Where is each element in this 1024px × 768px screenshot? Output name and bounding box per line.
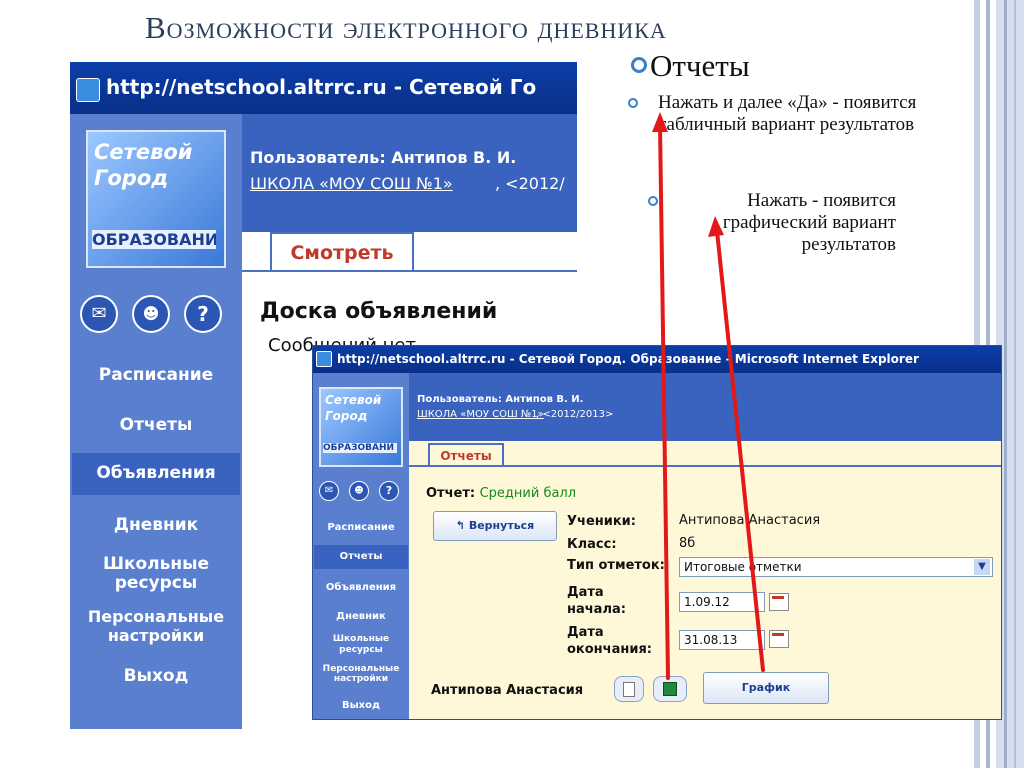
- arrow-to-table-hint: [658, 124, 670, 680]
- annotation-arrows: [652, 112, 765, 680]
- arrowhead: [652, 112, 668, 132]
- arrow-to-chart-hint: [715, 229, 765, 672]
- arrowhead: [708, 216, 724, 237]
